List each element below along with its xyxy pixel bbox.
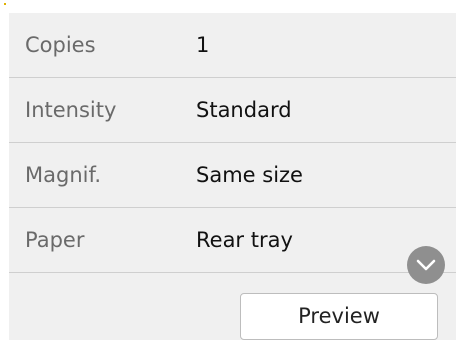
setting-label-intensity: Intensity — [25, 98, 117, 122]
row-divider — [9, 272, 456, 273]
setting-value-intensity: Standard — [196, 98, 292, 122]
setting-row-intensity[interactable]: Intensity Standard — [9, 78, 456, 142]
setting-value-copies: 1 — [196, 33, 210, 57]
setting-label-magnification: Magnif. — [25, 163, 102, 187]
copy-settings-panel: Copies 1 Intensity Standard Magnif. Same… — [9, 13, 456, 340]
setting-label-paper: Paper — [25, 228, 85, 252]
scroll-down-button[interactable] — [407, 246, 445, 284]
setting-row-paper[interactable]: Paper Rear tray — [9, 208, 456, 272]
chevron-down-icon — [416, 259, 436, 271]
preview-button[interactable]: Preview — [240, 293, 438, 340]
setting-row-magnification[interactable]: Magnif. Same size — [9, 143, 456, 207]
setting-label-copies: Copies — [25, 33, 96, 57]
setting-value-magnification: Same size — [196, 163, 303, 187]
setting-value-paper: Rear tray — [196, 228, 293, 252]
corner-mark — [4, 3, 6, 5]
setting-row-copies[interactable]: Copies 1 — [9, 13, 456, 77]
